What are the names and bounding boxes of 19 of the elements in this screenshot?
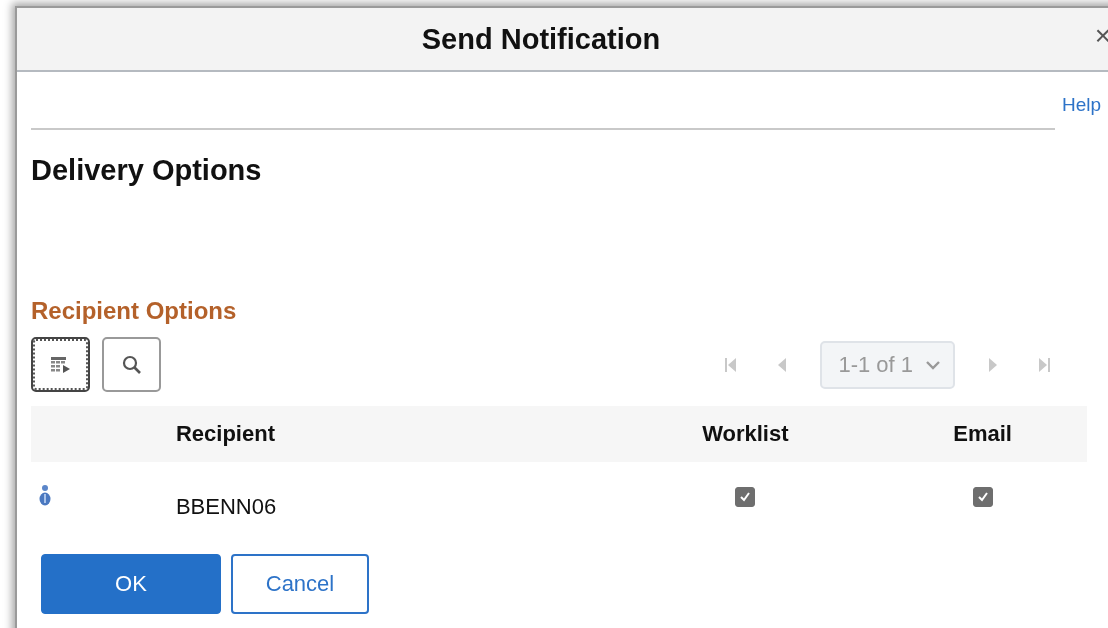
column-header: Recipient bbox=[174, 421, 276, 447]
search-icon bbox=[121, 354, 142, 375]
ok-button[interactable]: OK bbox=[41, 554, 221, 614]
window-title: Send Notification bbox=[421, 22, 661, 56]
section-heading: Delivery Options bbox=[31, 154, 263, 187]
chevron-down-icon bbox=[925, 359, 941, 370]
grid-icon bbox=[49, 355, 72, 374]
person-icon bbox=[39, 484, 51, 506]
cancel-button[interactable]: Cancel bbox=[231, 554, 369, 614]
personalize-button[interactable] bbox=[31, 337, 90, 392]
row-range-dropdown[interactable]: 1-1 of 1 bbox=[820, 340, 955, 389]
section-title: Recipient Options bbox=[31, 297, 238, 325]
search-button[interactable] bbox=[102, 337, 161, 392]
table-cell-text: BBENN06 bbox=[174, 494, 278, 520]
help-link[interactable]: Help bbox=[1061, 94, 1101, 116]
column-header: Worklist bbox=[701, 421, 790, 447]
checkmark-icon bbox=[739, 491, 752, 503]
checkmark-icon bbox=[976, 491, 989, 503]
column-header: Email bbox=[952, 421, 1013, 447]
